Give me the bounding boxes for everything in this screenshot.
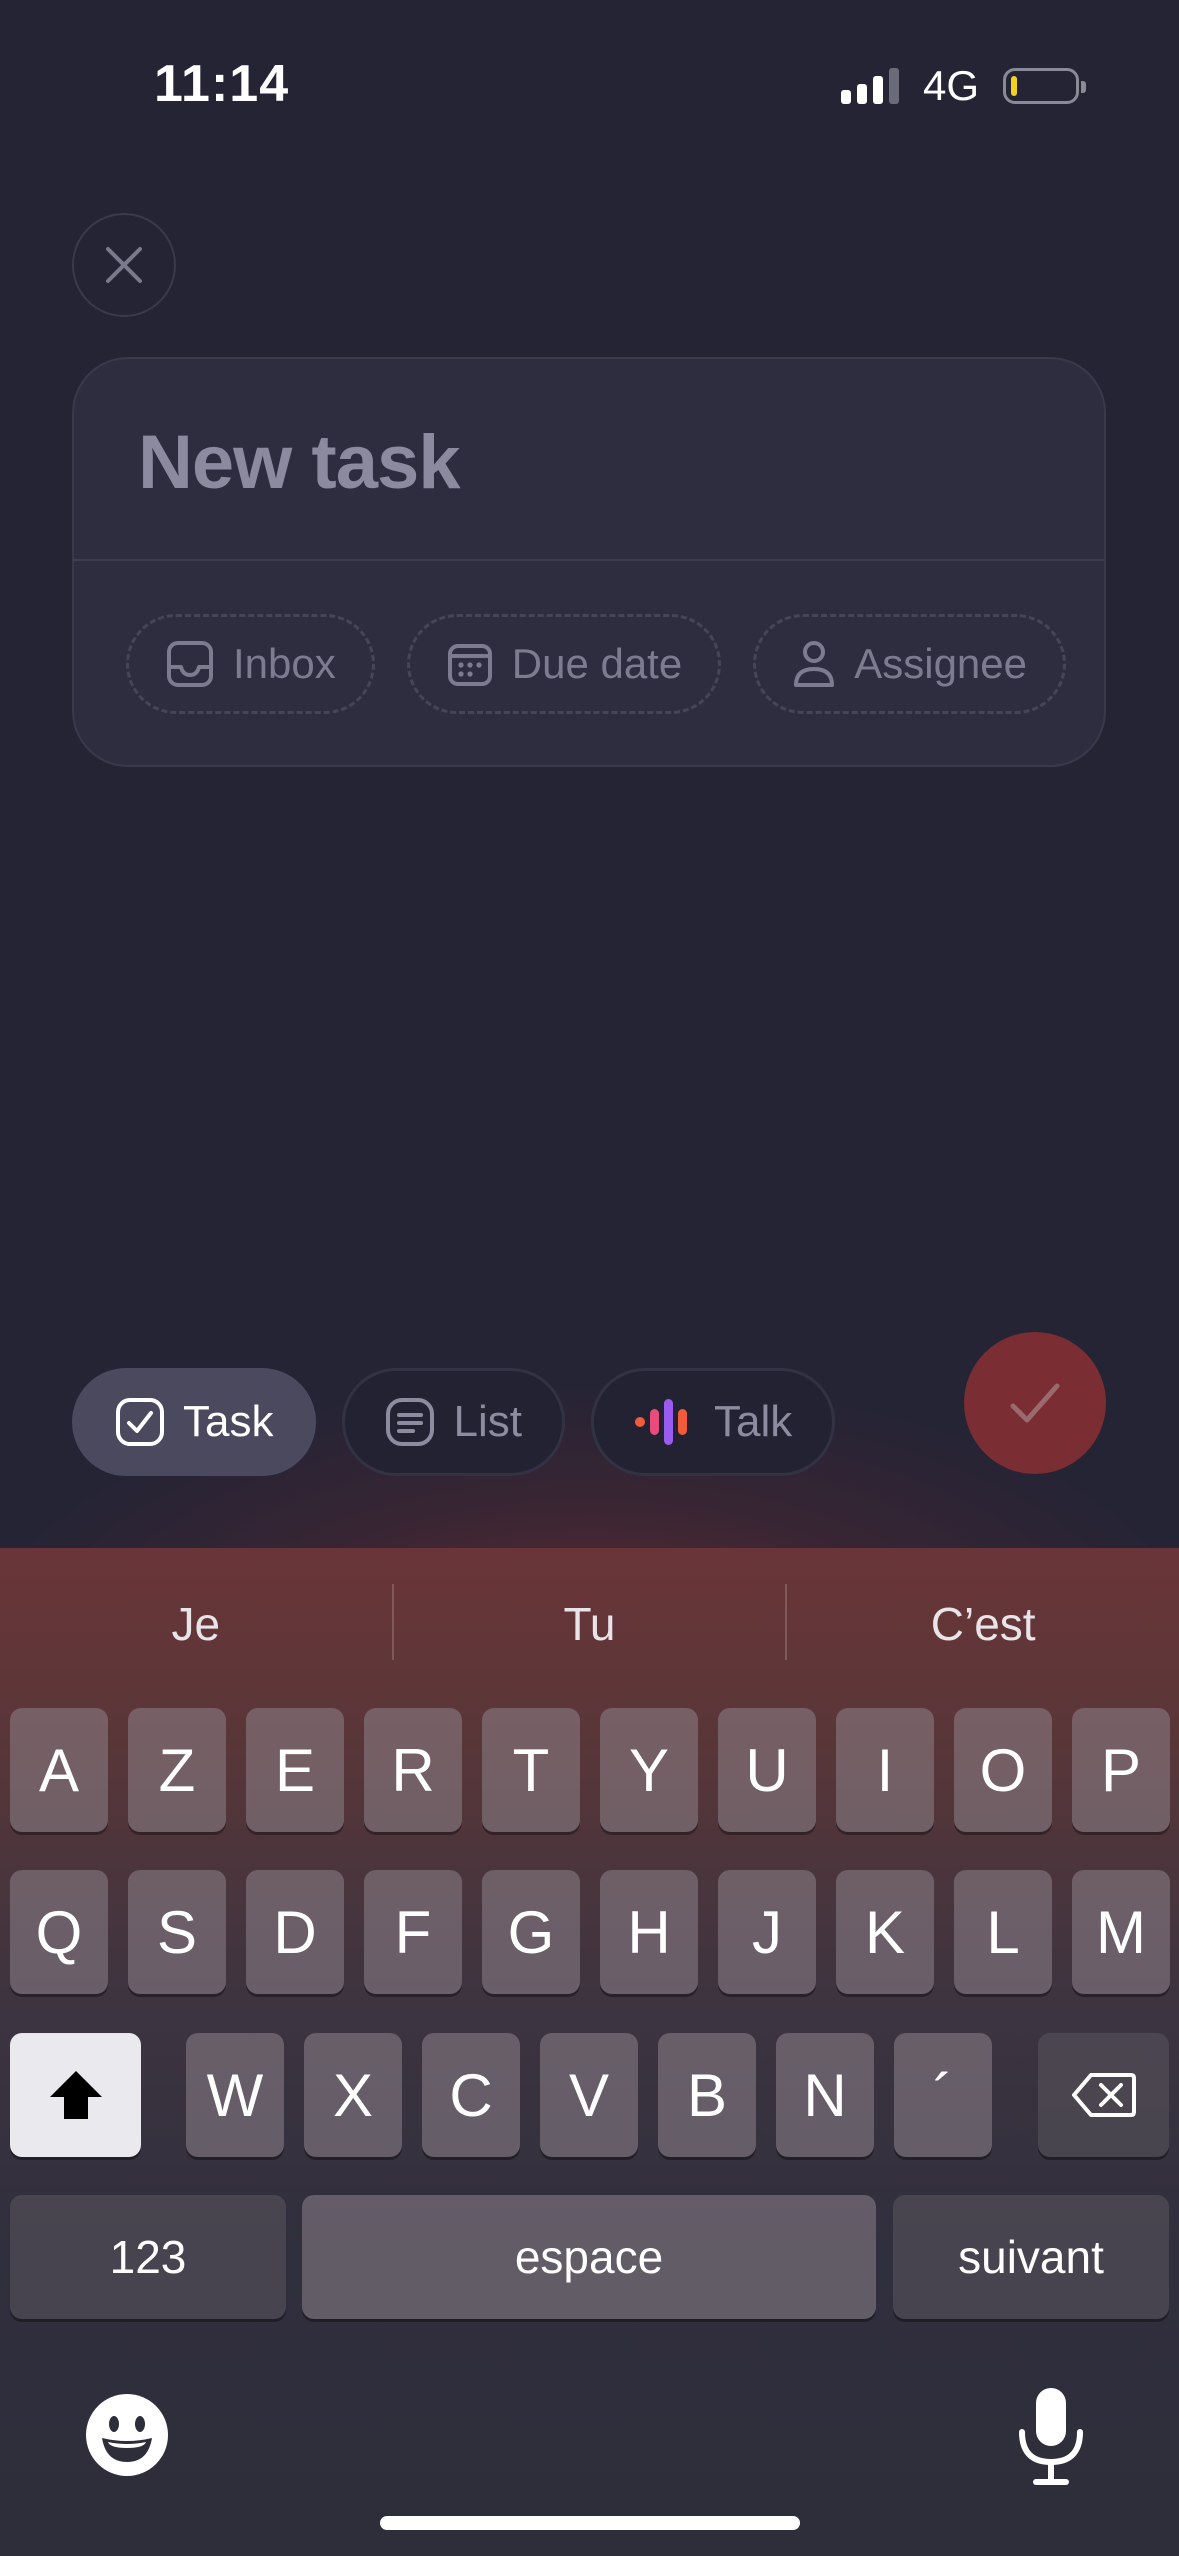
inbox-chip[interactable]: Inbox	[126, 614, 375, 714]
key-d[interactable]: D	[246, 1870, 344, 1994]
list-icon	[386, 1398, 435, 1446]
key-k[interactable]: K	[836, 1870, 934, 1994]
key-a[interactable]: A	[10, 1708, 108, 1832]
shift-key[interactable]	[10, 2033, 141, 2157]
key-v[interactable]: V	[540, 2033, 638, 2157]
assignee-chip-label: Assignee	[854, 640, 1027, 687]
status-time: 11:14	[154, 55, 290, 113]
key-o[interactable]: O	[954, 1708, 1052, 1832]
predictive-suggestions: Je Tu C’est	[0, 1584, 1179, 1664]
mode-talk-button[interactable]: Talk	[590, 1368, 836, 1476]
key-p[interactable]: P	[1072, 1708, 1170, 1832]
microphone-icon	[1019, 2388, 1083, 2485]
task-card: New task Inbox Due date Assignee	[72, 357, 1106, 767]
close-button[interactable]	[72, 213, 176, 317]
key-j[interactable]: J	[718, 1870, 816, 1994]
key-acute-accent[interactable]: ´	[894, 2033, 992, 2157]
key-r[interactable]: R	[364, 1708, 462, 1832]
backspace-icon	[1071, 2073, 1136, 2117]
home-indicator[interactable]	[380, 2516, 800, 2530]
due-date-chip-label: Due date	[511, 640, 683, 687]
key-i[interactable]: I	[836, 1708, 934, 1832]
keyboard: Je Tu C’est AZERTYUIOP QSDFGHJKLM WXCVBN…	[0, 1548, 1179, 2556]
cellular-signal-icon	[840, 68, 899, 104]
emoji-button[interactable]	[84, 2392, 170, 2478]
space-key[interactable]: espace	[302, 2195, 876, 2319]
key-c[interactable]: C	[422, 2033, 520, 2157]
key-t[interactable]: T	[482, 1708, 580, 1832]
mode-task-label: Task	[183, 1397, 274, 1446]
suggestion-3[interactable]: C’est	[787, 1584, 1179, 1664]
confirm-button[interactable]	[964, 1332, 1106, 1474]
mode-list-button[interactable]: List	[342, 1368, 565, 1476]
new-task-screen: 11:14 4G New task Inbox Due date Assigne…	[0, 0, 1179, 2556]
suggestion-1[interactable]: Je	[0, 1584, 392, 1664]
assignee-chip[interactable]: Assignee	[753, 614, 1066, 714]
key-m[interactable]: M	[1072, 1870, 1170, 1994]
mode-talk-label: Talk	[713, 1397, 793, 1446]
key-q[interactable]: Q	[10, 1870, 108, 1994]
key-y[interactable]: Y	[600, 1708, 698, 1832]
return-key[interactable]: suivant	[893, 2195, 1169, 2319]
backspace-key[interactable]	[1038, 2033, 1169, 2157]
checkmark-icon	[1010, 1383, 1060, 1423]
mode-task-button[interactable]: Task	[72, 1368, 317, 1476]
key-g[interactable]: G	[482, 1870, 580, 1994]
calendar-icon	[447, 644, 492, 686]
inbox-tray-icon	[167, 641, 213, 687]
key-u[interactable]: U	[718, 1708, 816, 1832]
key-x[interactable]: X	[304, 2033, 402, 2157]
voice-waveform-icon	[634, 1399, 687, 1445]
key-z[interactable]: Z	[128, 1708, 226, 1832]
person-icon	[794, 641, 835, 687]
battery-icon	[1003, 68, 1086, 104]
emoji-icon	[86, 2394, 168, 2476]
card-divider	[74, 559, 1104, 561]
close-icon	[106, 247, 142, 283]
key-n[interactable]: N	[776, 2033, 874, 2157]
checkbox-icon	[116, 1398, 164, 1446]
inbox-chip-label: Inbox	[233, 640, 336, 687]
network-type: 4G	[922, 62, 979, 109]
key-e[interactable]: E	[246, 1708, 344, 1832]
key-w[interactable]: W	[186, 2033, 284, 2157]
due-date-chip[interactable]: Due date	[406, 614, 722, 714]
mode-list-label: List	[453, 1397, 522, 1446]
key-f[interactable]: F	[364, 1870, 462, 1994]
key-b[interactable]: B	[658, 2033, 756, 2157]
shift-icon	[49, 2071, 102, 2119]
task-attribute-chips: Inbox Due date Assignee	[126, 614, 1066, 714]
suggestion-2[interactable]: Tu	[394, 1584, 786, 1664]
dictation-button[interactable]	[1016, 2386, 1086, 2486]
numbers-key[interactable]: 123	[10, 2195, 286, 2319]
mode-selector: Task List Talk	[72, 1368, 836, 1476]
battery-level	[1011, 76, 1017, 96]
key-h[interactable]: H	[600, 1870, 698, 1994]
task-title-input[interactable]: New task	[138, 419, 460, 506]
key-s[interactable]: S	[128, 1870, 226, 1994]
key-l[interactable]: L	[954, 1870, 1052, 1994]
status-indicators: 4G	[840, 62, 1086, 110]
